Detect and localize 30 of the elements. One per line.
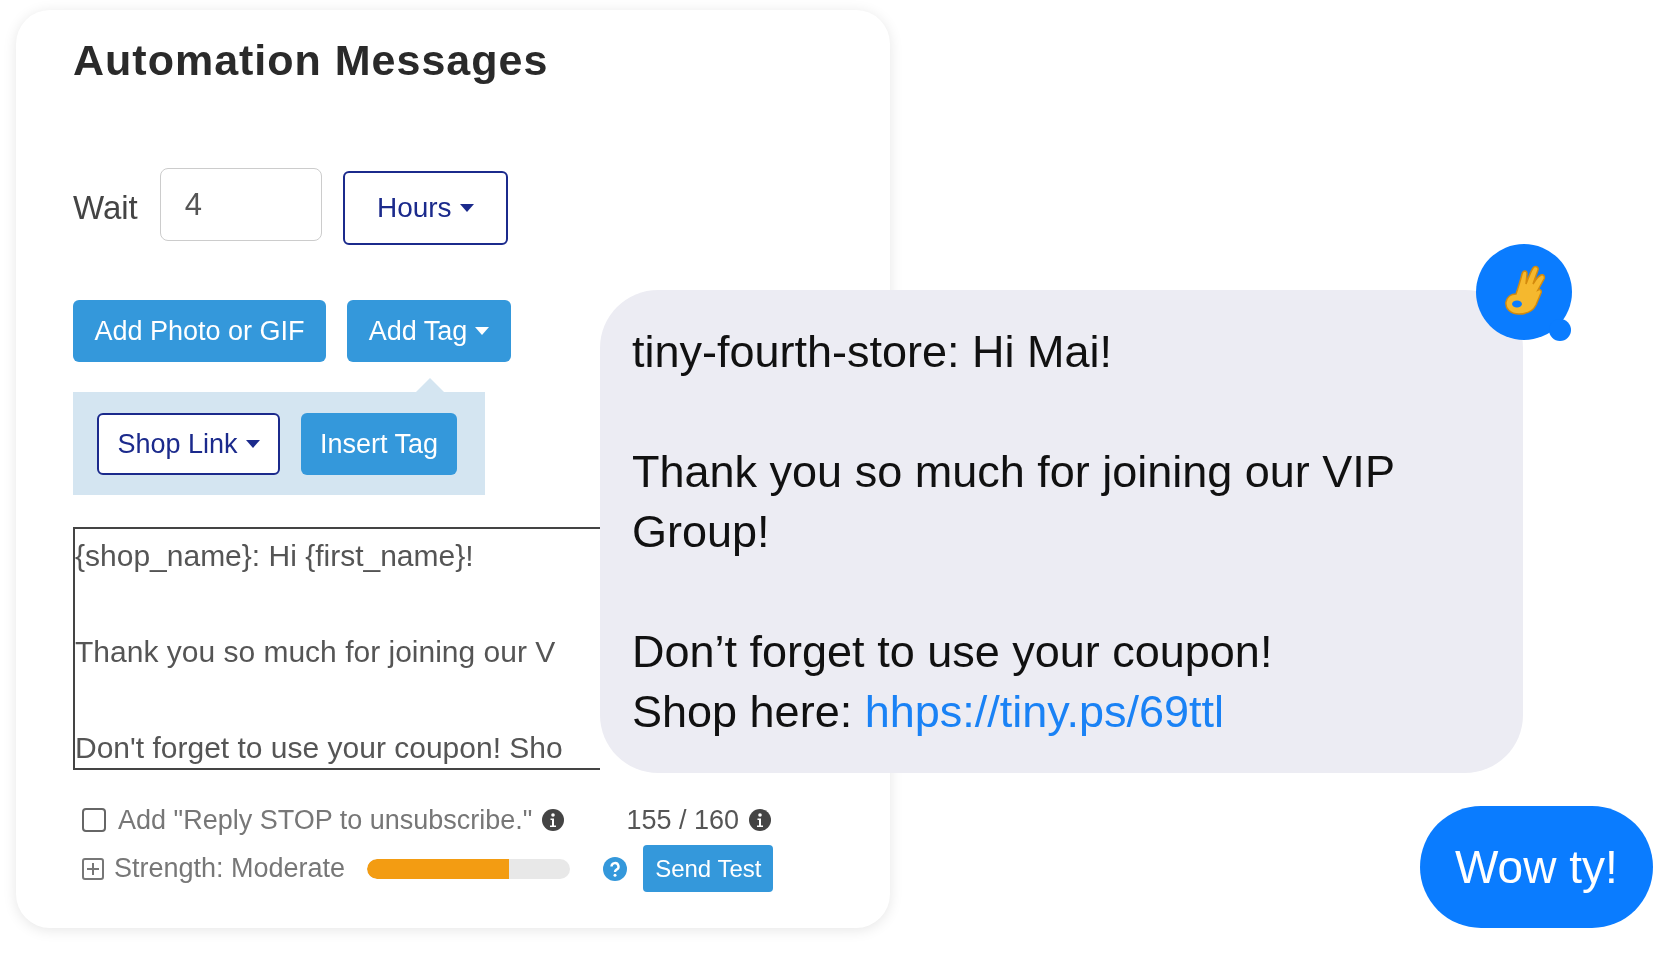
help-icon[interactable] bbox=[603, 856, 628, 881]
reply-text: Wow ty! bbox=[1455, 840, 1618, 894]
message-text: Shop here: hhps://tiny.ps/69ttl bbox=[632, 685, 1225, 739]
checkbox[interactable] bbox=[82, 808, 106, 832]
wait-label: Wait bbox=[73, 188, 138, 227]
message-line: {shop_name}: Hi {first_name}! bbox=[75, 538, 474, 574]
shop-link[interactable]: hhps://tiny.ps/69ttl bbox=[864, 686, 1225, 737]
caret-icon bbox=[459, 203, 474, 212]
unit-dropdown[interactable]: Hours bbox=[342, 170, 508, 245]
shop-link-dropdown[interactable]: Shop Link bbox=[97, 413, 280, 475]
info-icon[interactable] bbox=[542, 809, 565, 831]
message-text: Don’t forget to use your coupon! bbox=[632, 625, 1274, 679]
wait-input[interactable]: 4 bbox=[159, 168, 322, 241]
expand-icon[interactable] bbox=[82, 857, 104, 880]
message-line: Thank you so much for joining our V bbox=[75, 634, 556, 670]
add-tag-dropdown[interactable]: Add Tag bbox=[347, 300, 511, 362]
strength-label: Strength: Moderate bbox=[114, 853, 346, 884]
caret-icon bbox=[245, 440, 260, 448]
insert-tag-button[interactable]: Insert Tag bbox=[301, 413, 457, 475]
info-icon[interactable] bbox=[749, 809, 771, 831]
ok-hand-reaction-icon bbox=[1476, 244, 1574, 342]
add-photo-button[interactable]: Add Photo or GIF bbox=[73, 300, 326, 362]
stop-option-label: Add "Reply STOP to unsubscribe." bbox=[118, 804, 533, 836]
send-test-button[interactable]: Send Test bbox=[643, 845, 774, 892]
message-text: tiny-fourth-store: Hi Mai! bbox=[632, 325, 1114, 379]
message-line: Don't forget to use your coupon! Sho bbox=[75, 730, 563, 766]
message-text: Thank you so much for joining our VIP Group! bbox=[632, 445, 1396, 559]
card-title: Automation Messages bbox=[73, 35, 549, 86]
caret-icon bbox=[475, 327, 490, 335]
character-counter: 155 / 160 bbox=[626, 804, 739, 836]
